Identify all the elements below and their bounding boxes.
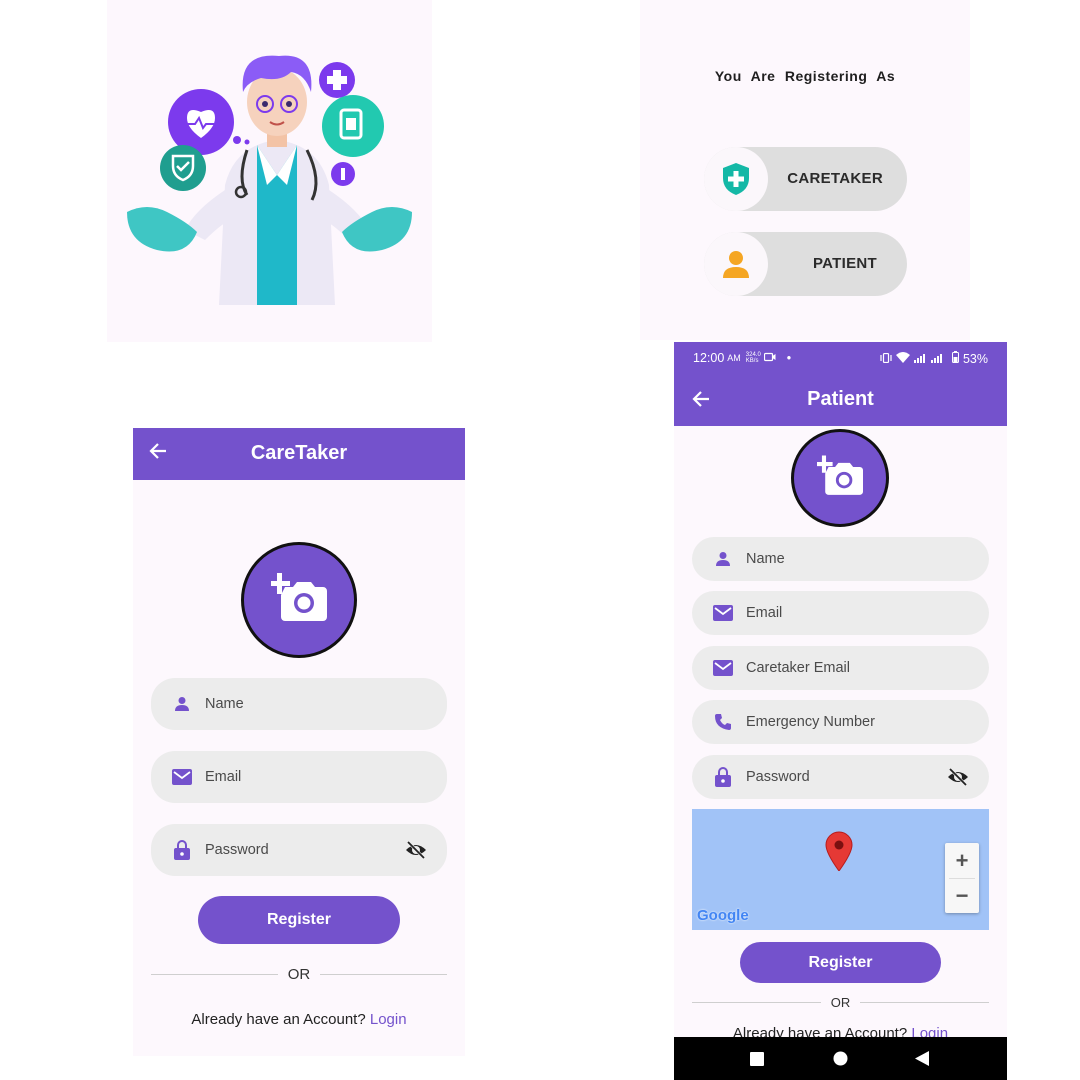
name-placeholder: Name [746,551,785,567]
role-select-panel: You Are Registering As CARETAKER PATIENT [640,0,970,340]
name-field[interactable]: Name [692,537,989,581]
mail-icon [171,766,193,788]
divider-line [320,974,447,975]
person-icon [171,693,193,715]
person-icon [704,232,768,296]
caretaker-screen: CareTaker Name Email Password Register O… [133,428,465,1056]
add-photo-icon [815,454,863,502]
or-divider: OR [151,966,447,983]
status-time: 12:00 [693,351,725,365]
password-placeholder: Password [205,842,269,858]
location-map[interactable]: + − Google [692,809,989,930]
register-button[interactable]: Register [740,942,941,983]
patient-screen: 12:00 AM 324.0 KB/s • 53% Patient Name E… [674,342,1007,1080]
battery-level: 53% [962,351,988,366]
caretaker-email-placeholder: Caretaker Email [746,660,850,676]
zoom-out-button[interactable]: − [945,878,979,913]
vibrate-icon [880,352,892,366]
or-divider: OR [692,995,989,1010]
mail-icon [712,602,734,624]
or-label: OR [830,995,851,1010]
divider-line [860,1002,989,1003]
email-field[interactable]: Email [151,751,447,803]
wifi-icon [895,351,910,366]
visibility-off-icon[interactable] [947,766,969,788]
or-label: OR [287,966,311,983]
page-title: CareTaker [250,442,348,464]
role-heading: You Are Registering As [714,68,896,84]
name-placeholder: Name [205,696,244,712]
phone-icon [712,711,734,733]
google-logo: Google [697,907,749,924]
lock-icon [171,839,193,861]
shield-plus-icon [704,147,768,211]
login-link[interactable]: Login [370,1011,407,1028]
name-field[interactable]: Name [151,678,447,730]
mail-icon [712,657,734,679]
camera-status-icon [763,351,776,365]
caretaker-email-field[interactable]: Caretaker Email [692,646,989,690]
zoom-in-button[interactable]: + [945,843,979,878]
status-bar-right: 53% [880,351,988,366]
email-field[interactable]: Email [692,591,989,635]
login-prompt-text: Already have an Account? [191,1011,366,1028]
network-speed-unit: KB/s [745,358,759,364]
status-bar-left: 12:00 AM 324.0 KB/s • [693,351,791,365]
visibility-off-icon[interactable] [405,839,427,861]
signal-icon [913,352,948,366]
divider-line [692,1002,821,1003]
add-photo-button[interactable] [241,542,357,658]
zoom-controls: + − [945,843,979,913]
recent-apps-icon[interactable] [750,1052,764,1071]
emergency-number-field[interactable]: Emergency Number [692,700,989,744]
login-prompt: Already have an Account? Login [133,1011,465,1028]
patient-role-button[interactable]: PATIENT [704,232,907,296]
map-pin-icon [824,831,854,876]
zoom-separator [949,878,975,879]
password-field[interactable]: Password [692,755,989,799]
lock-icon [712,766,734,788]
add-photo-button[interactable] [791,429,889,527]
notification-dot-icon: • [786,351,792,365]
password-placeholder: Password [746,769,810,785]
caretaker-app-bar: CareTaker [133,428,465,480]
home-icon[interactable] [833,1051,848,1071]
android-nav-bar [674,1037,1007,1080]
patient-app-bar: 12:00 AM 324.0 KB/s • 53% Patient [674,342,1007,426]
status-ampm: AM [727,353,741,363]
divider-line [151,974,278,975]
email-placeholder: Email [746,605,783,621]
person-icon [712,548,734,570]
add-photo-icon [269,572,327,628]
password-field[interactable]: Password [151,824,447,876]
battery-icon [951,351,959,366]
page-title: Patient [807,388,874,410]
nav-back-icon[interactable] [915,1051,929,1071]
email-placeholder: Email [205,769,242,785]
emergency-number-placeholder: Emergency Number [746,714,875,730]
network-speed: 324.0 KB/s [746,352,761,364]
patient-role-label: PATIENT [812,255,877,272]
doctor-illustration [107,0,432,342]
caretaker-role-button[interactable]: CARETAKER [704,147,907,211]
register-button[interactable]: Register [198,896,400,944]
caretaker-role-label: CARETAKER [787,170,883,187]
